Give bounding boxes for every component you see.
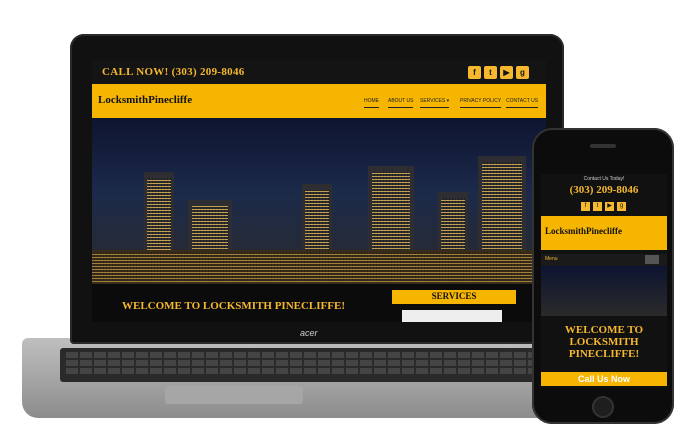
trackpad [165, 386, 303, 404]
youtube-icon[interactable]: ▶ [605, 202, 614, 211]
services-image [402, 310, 502, 322]
key-row [66, 360, 554, 366]
call-now-text[interactable]: CALL NOW! (303) 209-8046 [102, 66, 245, 78]
nav-contact-us[interactable]: CONTACT US [506, 98, 539, 108]
call-us-now-label: Call Us Now [577, 374, 630, 384]
twitter-icon[interactable]: t [593, 202, 602, 211]
phone-welcome-heading: WELCOME TO LOCKSMITH PINECLIFFE! [541, 324, 667, 360]
facebook-icon[interactable]: f [581, 202, 590, 211]
phone-contact-text: Contact Us Today! [583, 176, 625, 182]
nav-about-us[interactable]: ABOUT US [388, 98, 414, 108]
phone-logo[interactable]: LocksmithPinecliffe [545, 226, 622, 236]
services-label: SERVICES [431, 291, 477, 301]
nav-home[interactable]: HOME [364, 98, 379, 108]
city-lights [92, 250, 546, 284]
welcome-heading: WELCOME TO LOCKSMITH PINECLIFFE! [122, 300, 345, 312]
phone-welcome-line: LOCKSMITH [569, 336, 639, 348]
phone-menu-label[interactable]: Menu [545, 256, 558, 262]
phone-home-button[interactable] [592, 396, 614, 418]
key-row [66, 368, 554, 374]
hero-city-image [92, 118, 546, 284]
nav-services[interactable]: SERVICES ▾ [420, 98, 450, 108]
phone-number[interactable]: (303) 209-8046 [541, 184, 667, 196]
phone-logo-bar: LocksmithPinecliffe [541, 216, 667, 250]
phone-screen: Contact Us Today! (303) 209-8046 f t ▶ g… [541, 174, 667, 388]
phone-welcome-line: PINECLIFFE! [568, 348, 640, 360]
nav-privacy-policy[interactable]: PRIVACY POLICY [460, 98, 502, 108]
site-navbar: LocksmithPinecliffe HOME ABOUT US SERVIC… [92, 84, 546, 118]
phone-welcome-line: WELCOME TO [564, 324, 644, 336]
laptop-brand: acer [300, 328, 318, 338]
site-logo[interactable]: LocksmithPinecliffe [98, 89, 216, 111]
logo-text: LocksmithPinecliffe [98, 94, 193, 106]
hamburger-icon[interactable] [645, 255, 659, 264]
google-plus-icon[interactable]: g [617, 202, 626, 211]
key-row [66, 352, 554, 358]
phone-speaker [590, 144, 616, 148]
google-plus-icon[interactable]: g [516, 66, 529, 79]
laptop-screen: CALL NOW! (303) 209-8046 f t ▶ g Locksmi… [92, 60, 546, 322]
youtube-icon[interactable]: ▶ [500, 66, 513, 79]
twitter-icon[interactable]: t [484, 66, 497, 79]
facebook-icon[interactable]: f [468, 66, 481, 79]
phone-hero-image [541, 266, 667, 316]
